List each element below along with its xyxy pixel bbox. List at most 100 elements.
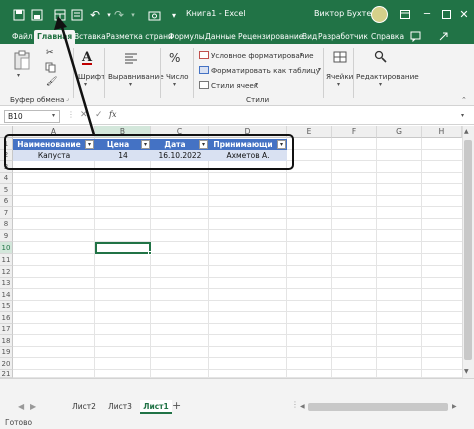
tab-view[interactable]: Вид bbox=[302, 30, 317, 44]
row-header[interactable]: 14 bbox=[0, 289, 13, 301]
row-header[interactable]: 20 bbox=[0, 358, 13, 370]
row-header[interactable]: 15 bbox=[0, 301, 13, 312]
tab-insert[interactable]: Вставка bbox=[74, 30, 106, 44]
form-icon[interactable] bbox=[68, 6, 86, 24]
scroll-down-icon[interactable]: ▼ bbox=[464, 368, 469, 375]
column-header-g[interactable]: G bbox=[377, 126, 422, 138]
cells-label[interactable]: Ячейки bbox=[326, 72, 353, 81]
row-header[interactable]: 13 bbox=[0, 278, 13, 289]
tab-developer[interactable]: Разработчик bbox=[318, 30, 368, 44]
grid-row-line bbox=[13, 253, 462, 254]
table-form-icon[interactable] bbox=[51, 6, 69, 24]
share-icon[interactable] bbox=[438, 31, 450, 43]
row-header[interactable]: 4 bbox=[0, 173, 13, 184]
row-header[interactable]: 11 bbox=[0, 254, 13, 266]
cancel-icon[interactable]: ✕ bbox=[80, 110, 88, 120]
font-dropdown-icon[interactable]: ▾ bbox=[84, 81, 87, 88]
search-icon[interactable] bbox=[374, 50, 388, 66]
row-header[interactable]: 6 bbox=[0, 196, 13, 207]
minimize-icon[interactable]: ─ bbox=[418, 5, 436, 23]
collapse-ribbon-icon[interactable]: ⌃ bbox=[461, 96, 467, 104]
formula-input[interactable] bbox=[124, 110, 454, 123]
alignment-dropdown-icon[interactable]: ▾ bbox=[129, 81, 132, 88]
scroll-thumb[interactable] bbox=[464, 140, 472, 360]
row-header[interactable]: 5 bbox=[0, 184, 13, 196]
paste-dropdown-icon[interactable]: ▾ bbox=[17, 72, 20, 79]
enter-icon[interactable]: ✓ bbox=[95, 110, 103, 120]
column-header-h[interactable]: H bbox=[422, 126, 462, 138]
row-header[interactable]: 12 bbox=[0, 266, 13, 278]
sheet-tab-list3[interactable]: Лист3 bbox=[104, 400, 136, 414]
selected-cell[interactable] bbox=[95, 242, 151, 254]
format-table-label[interactable]: Форматировать как таблицу bbox=[211, 66, 320, 75]
cells-icon[interactable] bbox=[333, 51, 347, 65]
ribbon-separator bbox=[160, 48, 161, 98]
close-icon[interactable]: ✕ bbox=[455, 5, 473, 23]
avatar[interactable] bbox=[371, 6, 388, 23]
row-header[interactable]: 9 bbox=[0, 230, 13, 242]
horizontal-scrollbar[interactable] bbox=[308, 403, 448, 411]
sheet-options-icon[interactable]: ⋮ bbox=[291, 400, 299, 409]
format-table-dropdown-icon[interactable]: ▾ bbox=[318, 66, 321, 73]
maximize-icon[interactable] bbox=[437, 5, 455, 23]
redo-dropdown-icon[interactable]: ▾ bbox=[124, 6, 142, 24]
tab-review[interactable]: Рецензирование bbox=[238, 30, 303, 44]
font-label[interactable]: Шрифт bbox=[78, 72, 105, 81]
row-header[interactable]: 8 bbox=[0, 219, 13, 230]
grid-row-line bbox=[13, 300, 462, 301]
styles-group-label: Стили bbox=[246, 95, 270, 104]
cut-icon[interactable]: ✂ bbox=[46, 48, 54, 58]
window-title: Книга1 - Excel bbox=[186, 9, 246, 18]
row-header[interactable]: 7 bbox=[0, 207, 13, 219]
conditional-format-dropdown-icon[interactable]: ▾ bbox=[300, 51, 303, 58]
editing-label[interactable]: Редактирование bbox=[356, 72, 419, 81]
number-label[interactable]: Число bbox=[166, 72, 189, 81]
tab-home[interactable]: Главная bbox=[34, 30, 76, 44]
copy-icon[interactable] bbox=[45, 62, 56, 75]
add-sheet-icon[interactable]: + bbox=[172, 399, 181, 412]
fx-label[interactable]: fx bbox=[109, 110, 116, 119]
row-header[interactable]: 16 bbox=[0, 312, 13, 324]
format-painter-icon[interactable]: 🖌 bbox=[46, 77, 57, 87]
sheet-next-icon[interactable]: ▶ bbox=[30, 402, 36, 411]
customize-icon[interactable]: ▾ bbox=[165, 6, 183, 24]
alignment-label[interactable]: Выравнивание bbox=[108, 72, 164, 81]
tab-formulas[interactable]: Формулы bbox=[168, 30, 205, 44]
cell-styles-label[interactable]: Стили ячеек bbox=[211, 81, 258, 90]
clipboard-launcher-icon[interactable]: ⌟ bbox=[66, 95, 69, 102]
row-header[interactable]: 18 bbox=[0, 335, 13, 347]
conditional-format-label[interactable]: Условное форматирование bbox=[211, 51, 314, 60]
camera-icon[interactable] bbox=[145, 6, 163, 24]
number-dropdown-icon[interactable]: ▾ bbox=[173, 81, 176, 88]
name-box-dropdown-icon[interactable]: ▾ bbox=[52, 112, 55, 119]
row-header[interactable]: 19 bbox=[0, 347, 13, 358]
row-header[interactable]: 10 bbox=[0, 242, 13, 254]
row-header[interactable]: 21 bbox=[0, 370, 13, 378]
align-icon[interactable] bbox=[124, 52, 138, 66]
editing-dropdown-icon[interactable]: ▾ bbox=[379, 81, 382, 88]
save-icon[interactable] bbox=[28, 6, 46, 24]
column-header-f[interactable]: F bbox=[332, 126, 377, 138]
scroll-up-icon[interactable]: ▲ bbox=[464, 128, 469, 135]
hscroll-right-icon[interactable]: ▶ bbox=[452, 403, 457, 410]
comments-icon[interactable] bbox=[410, 31, 422, 43]
ribbon-display-icon[interactable] bbox=[396, 5, 414, 23]
cell-styles-dropdown-icon[interactable]: ▾ bbox=[255, 81, 258, 88]
hscroll-left-icon[interactable]: ◀ bbox=[300, 403, 305, 410]
row-header[interactable]: 17 bbox=[0, 324, 13, 335]
paste-icon[interactable] bbox=[14, 50, 30, 72]
expand-formula-icon[interactable]: ▾ bbox=[461, 112, 464, 119]
tab-page-layout[interactable]: Разметка страни bbox=[106, 30, 173, 44]
tab-help[interactable]: Справка bbox=[371, 30, 404, 44]
fill-handle[interactable] bbox=[148, 251, 152, 255]
autosave-icon[interactable] bbox=[10, 6, 28, 24]
sheet-prev-icon[interactable]: ◀ bbox=[18, 402, 24, 411]
grid-row-line bbox=[13, 183, 462, 184]
sheet-tab-list1[interactable]: Лист1 bbox=[140, 400, 172, 414]
percent-icon[interactable]: % bbox=[169, 51, 180, 65]
column-header-e[interactable]: E bbox=[287, 126, 332, 138]
tab-data[interactable]: Данные bbox=[205, 30, 236, 44]
cells-dropdown-icon[interactable]: ▾ bbox=[337, 81, 340, 88]
tab-file[interactable]: Файл bbox=[12, 30, 33, 44]
sheet-tab-list2[interactable]: Лист2 bbox=[68, 400, 100, 414]
